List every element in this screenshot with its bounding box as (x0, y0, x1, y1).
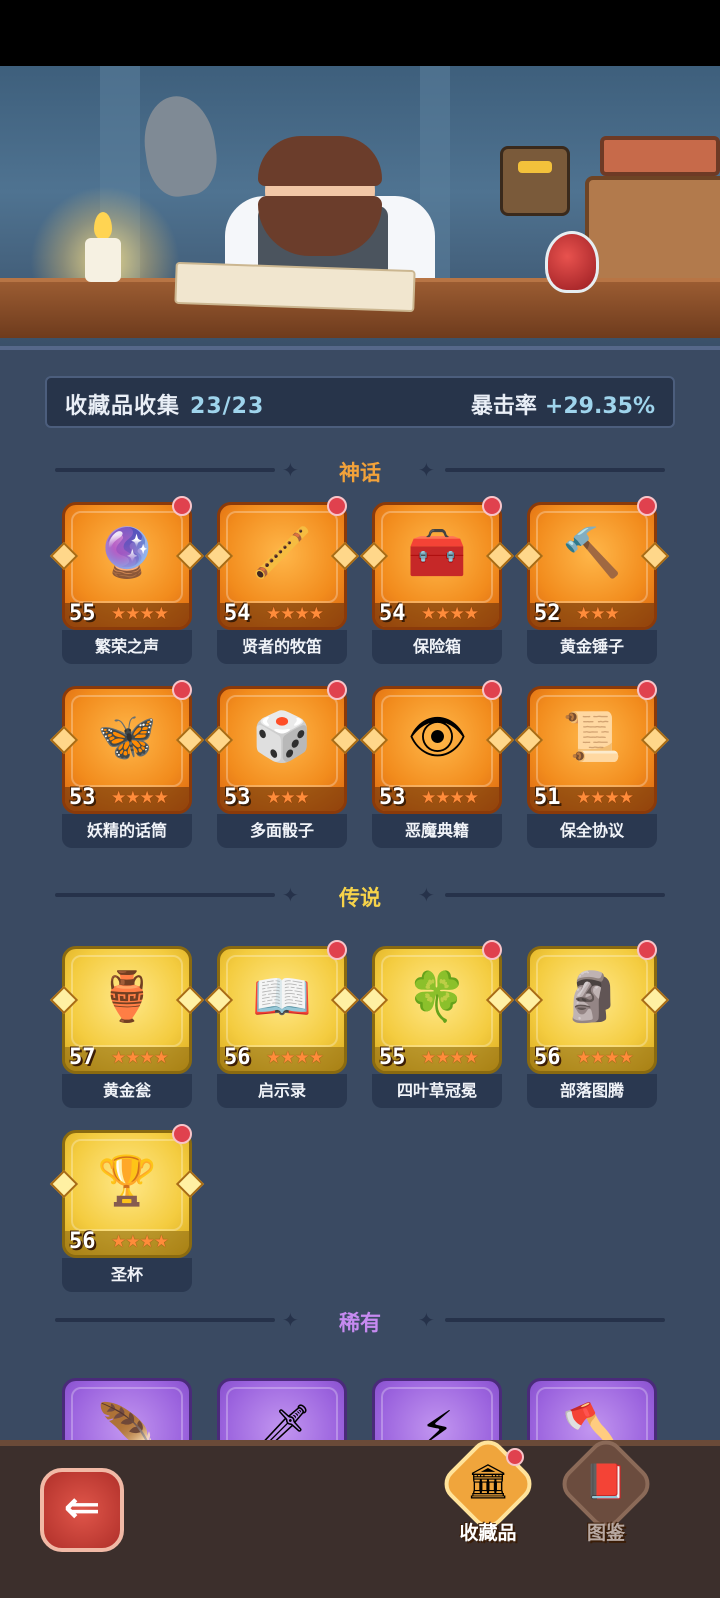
codex-book-icon: 📕 (584, 1462, 628, 1502)
tab-collection-label: 收藏品 (459, 1522, 517, 1544)
item-name: 四叶草冠冕 (372, 1074, 502, 1108)
fairy-microphone-icon: 🦋 (97, 709, 157, 765)
collectible-card-legendary[interactable]: 🏆 56 ★★★★ 圣杯 (49, 1124, 205, 1296)
collection-summary-bar: 收藏品收集 23/23 暴击率 +29.35% (45, 376, 675, 428)
collection-shelf-icon: 🏛 (466, 1462, 510, 1502)
sparkle-icon: ✦ (282, 1308, 299, 1332)
back-button[interactable]: ⇐ (40, 1468, 124, 1552)
back-arrow-icon: ⇐ (63, 1482, 101, 1533)
shovel-icon (138, 91, 222, 201)
item-name: 黄金锤子 (527, 630, 657, 664)
notification-dot (637, 940, 657, 960)
dice-icon: 🎲 (252, 709, 312, 765)
section-title-mythic: 神话 (339, 461, 381, 485)
item-name: 保险箱 (372, 630, 502, 664)
treasure-map-icon (174, 261, 416, 313)
item-name: 黄金瓮 (62, 1074, 192, 1108)
item-name: 圣杯 (62, 1258, 192, 1292)
tribal-mask-icon (500, 146, 570, 216)
potion-icon (545, 231, 599, 293)
voice-orb-icon: 🔮 (97, 525, 157, 581)
collectible-card-legendary[interactable]: 🍀 55 ★★★★ 四叶草冠冕 (359, 940, 515, 1112)
notification-dot (482, 680, 502, 700)
sparkle-icon: ✦ (418, 458, 435, 482)
holy-grail-icon: 🏆 (97, 1153, 157, 1209)
item-name: 妖精的话筒 (62, 814, 192, 848)
sparkle-icon: ✦ (418, 883, 435, 907)
section-header-mythic: ✦ 神话 ✦ (0, 455, 720, 485)
item-name: 启示录 (217, 1074, 347, 1108)
crit-rate-value: +29.35% (544, 394, 655, 419)
collectible-card-mythic[interactable]: 🔨 52 ★★★ 黄金锤子 (514, 496, 670, 668)
section-header-rare: ✦ 稀有 ✦ (0, 1305, 720, 1335)
section-header-legendary: ✦ 传说 ✦ (0, 880, 720, 910)
flute-icon: 🪈 (252, 525, 312, 581)
collectible-card-mythic[interactable]: 🔮 55 ★★★★ 繁荣之声 (49, 496, 205, 668)
candle-flame-icon (94, 212, 112, 240)
tab-codex-label: 图鉴 (586, 1522, 625, 1544)
collectible-card-mythic[interactable]: 🪈 54 ★★★★ 贤者的牧笛 (204, 496, 360, 668)
collectible-card-mythic[interactable]: 🎲 53 ★★★ 多面骰子 (204, 680, 360, 852)
treasure-chest-icon: 🧰 (407, 525, 467, 581)
collectible-card-mythic[interactable]: 📜 51 ★★★★ 保全协议 (514, 680, 670, 852)
notification-dot (172, 680, 192, 700)
collectible-card-mythic[interactable]: 🧰 54 ★★★★ 保险箱 (359, 496, 515, 668)
golden-urn-icon: 🏺 (97, 969, 157, 1025)
collectible-card-legendary[interactable]: 🗿 56 ★★★★ 部落图腾 (514, 940, 670, 1112)
notification-dot (172, 496, 192, 516)
demon-book-icon: 👁 (407, 709, 468, 765)
status-bar (0, 0, 720, 66)
collection-count: 23/23 (190, 394, 265, 419)
tab-collection[interactable]: 🏛 收藏品 (437, 1433, 539, 1558)
section-title-rare: 稀有 (339, 1311, 381, 1335)
notification-dot (327, 940, 347, 960)
collectible-card-legendary[interactable]: 📖 56 ★★★★ 启示录 (204, 940, 360, 1112)
candle-icon (85, 238, 121, 282)
sparkle-icon: ✦ (418, 1308, 435, 1332)
contract-scroll-icon: 📜 (562, 709, 622, 765)
collectible-card-legendary[interactable]: 🏺 57 ★★★★ 黄金瓮 (49, 946, 205, 1112)
hammer-icon: 🔨 (562, 525, 622, 581)
item-name: 多面骰子 (217, 814, 347, 848)
item-name: 恶魔典籍 (372, 814, 502, 848)
section-title-legendary: 传说 (339, 886, 381, 910)
notification-dot (637, 680, 657, 700)
collectible-card-mythic[interactable]: 🦋 53 ★★★★ 妖精的话筒 (49, 680, 205, 852)
notification-dot (327, 496, 347, 516)
crit-rate-label: 暴击率 (470, 394, 537, 419)
clover-crown-icon: 🍀 (407, 969, 467, 1025)
notification-dot (506, 1448, 524, 1466)
notification-dot (327, 680, 347, 700)
collection-label: 收藏品收集 (65, 394, 181, 419)
item-name: 贤者的牧笛 (217, 630, 347, 664)
item-name: 部落图腾 (527, 1074, 657, 1108)
sparkle-icon: ✦ (282, 883, 299, 907)
notification-dot (482, 496, 502, 516)
open-book-icon: 📖 (252, 969, 312, 1025)
notification-dot (482, 940, 502, 960)
tribal-totem-icon: 🗿 (562, 969, 622, 1025)
collectible-card-mythic[interactable]: 👁 53 ★★★★ 恶魔典籍 (359, 680, 515, 852)
notification-dot (172, 1124, 192, 1144)
notification-dot (637, 496, 657, 516)
item-name: 保全协议 (527, 814, 657, 848)
sparkle-icon: ✦ (282, 458, 299, 482)
shop-banner-illustration (0, 66, 720, 346)
tab-codex[interactable]: 📕 图鉴 (555, 1433, 657, 1558)
item-name: 繁荣之声 (62, 630, 192, 664)
